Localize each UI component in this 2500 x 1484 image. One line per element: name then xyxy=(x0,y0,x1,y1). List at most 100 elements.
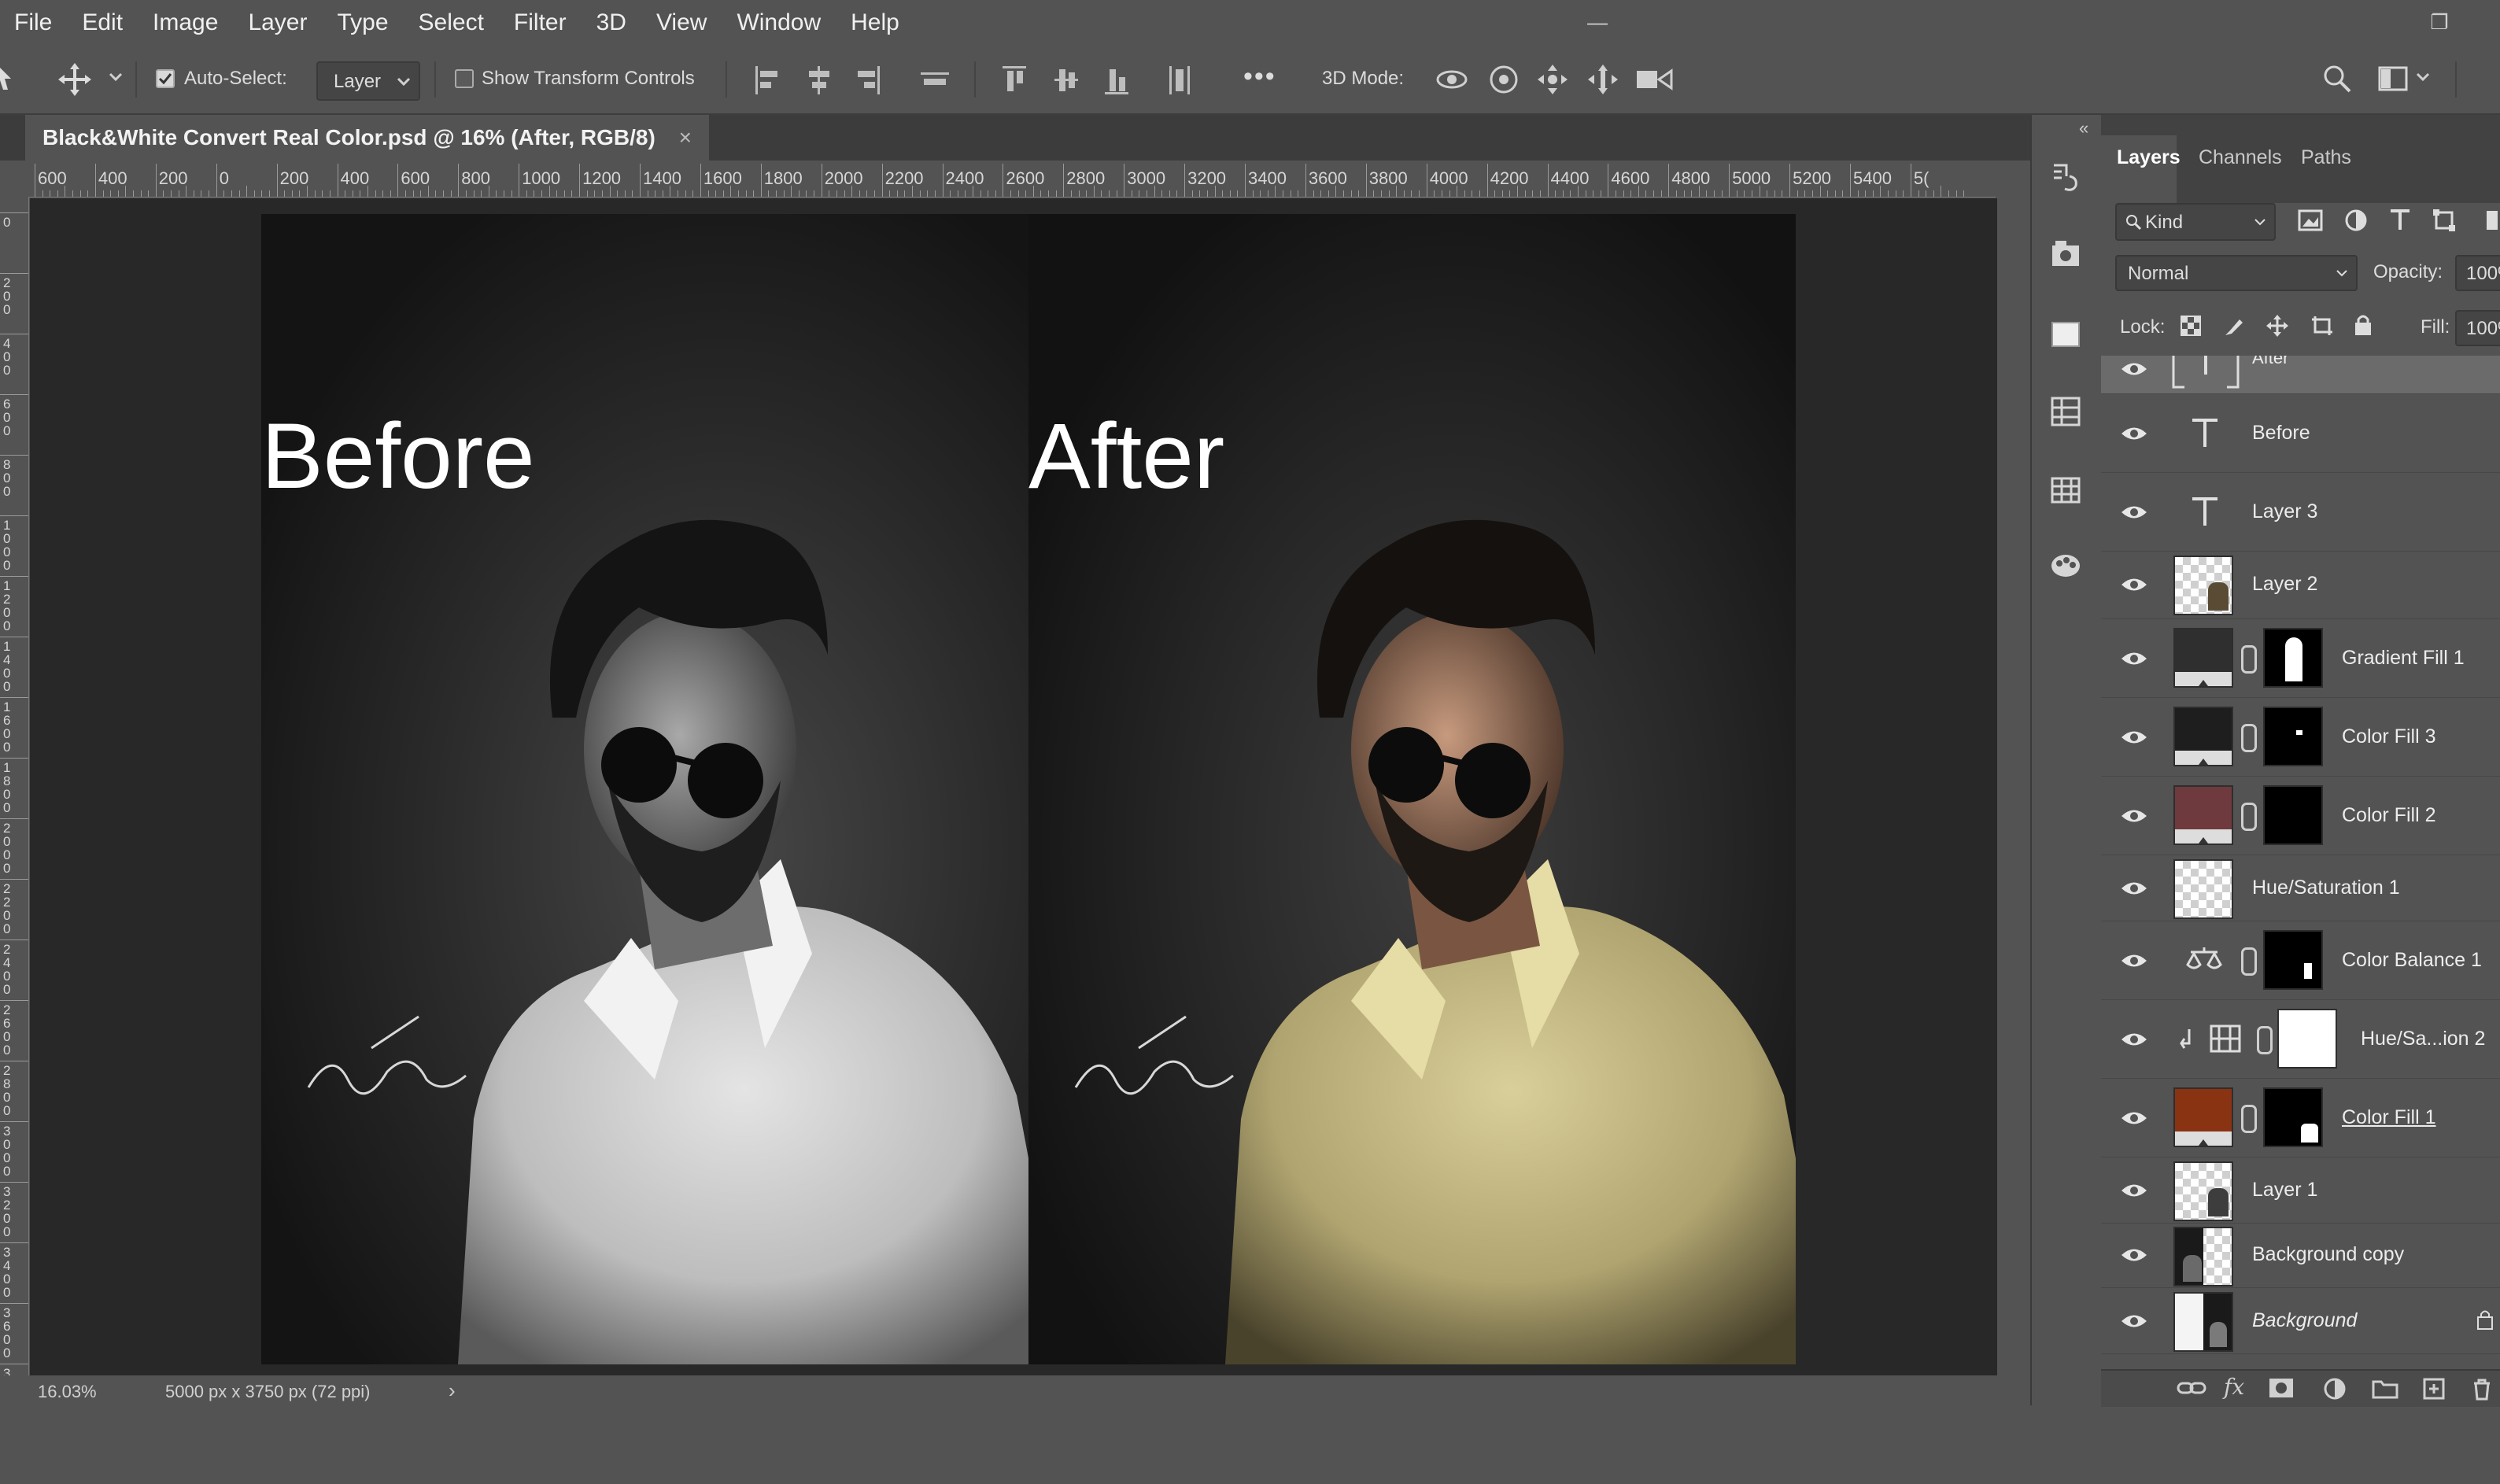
properties-icon[interactable] xyxy=(2049,395,2082,428)
tab-paths[interactable]: Paths xyxy=(2301,146,2351,169)
horizontal-ruler[interactable]: 600 400 200 0 200 400 600 800 1000 1200 1400 1600 18… xyxy=(28,164,1996,197)
layer-name[interactable]: Color Fill 2 xyxy=(2342,804,2435,827)
align-vcenter-icon[interactable] xyxy=(1053,65,1080,96)
before-text[interactable]: Before xyxy=(261,403,535,510)
document-tab[interactable]: Black&White Convert Real Color.psd @ 16%… xyxy=(25,115,709,161)
menu-layer[interactable]: Layer xyxy=(233,0,322,46)
lock-image-icon[interactable] xyxy=(2222,315,2244,337)
tab-layers[interactable]: Layers xyxy=(2117,146,2181,169)
layer-row-layer-1[interactable]: Layer 1 xyxy=(2101,1157,2500,1224)
visibility-eye-icon[interactable] xyxy=(2120,880,2148,897)
blend-mode-dropdown[interactable]: Normal xyxy=(2115,255,2358,291)
visibility-eye-icon[interactable] xyxy=(2120,1182,2148,1199)
layer-row-color-balance-1[interactable]: Color Balance 1 xyxy=(2101,921,2500,1000)
align-top-icon[interactable] xyxy=(1001,65,1028,96)
swatches-icon[interactable] xyxy=(2049,318,2082,351)
restore-icon[interactable]: ❐ xyxy=(2424,6,2455,38)
lock-artboard-icon[interactable] xyxy=(2310,315,2334,337)
status-menu-arrow[interactable]: › xyxy=(449,1379,456,1403)
layer-name[interactable]: Hue/Saturation 1 xyxy=(2252,877,2400,899)
layer-row-background[interactable]: Background xyxy=(2101,1287,2500,1354)
distribute-vertical-icon[interactable] xyxy=(1166,65,1193,96)
menu-filter[interactable]: Filter xyxy=(499,0,582,46)
visibility-eye-icon[interactable] xyxy=(2120,729,2148,746)
new-layer-icon[interactable] xyxy=(2422,1377,2446,1401)
link-icon[interactable] xyxy=(2257,1026,2273,1054)
lock-transparent-icon[interactable] xyxy=(2180,315,2202,337)
layer-name[interactable]: After xyxy=(2252,356,2288,368)
delete-layer-icon[interactable] xyxy=(2471,1377,2493,1401)
layer-row-background-copy[interactable]: Background copy xyxy=(2101,1223,2500,1288)
visibility-eye-icon[interactable] xyxy=(2120,1031,2148,1048)
tab-channels[interactable]: Channels xyxy=(2199,146,2282,169)
move-tool-icon[interactable] xyxy=(57,61,93,98)
brush-settings-icon[interactable] xyxy=(2049,549,2082,582)
new-adjustment-layer-icon[interactable] xyxy=(2323,1377,2347,1401)
smart-object-filter-icon[interactable] xyxy=(2483,208,2499,233)
menu-type[interactable]: Type xyxy=(322,0,403,46)
layer-row-hue-saturation-1[interactable]: Hue/Saturation 1 xyxy=(2101,855,2500,921)
lock-position-icon[interactable] xyxy=(2265,313,2290,338)
3d-roll-icon[interactable] xyxy=(1486,61,1522,98)
link-icon[interactable] xyxy=(2241,645,2257,674)
zoom-level[interactable]: 16.03% xyxy=(38,1382,97,1402)
chevron-down-icon[interactable] xyxy=(2416,72,2430,82)
layer-name[interactable]: Gradient Fill 1 xyxy=(2342,647,2465,670)
menu-edit[interactable]: Edit xyxy=(67,0,138,46)
layer-name[interactable]: Hue/Sa...ion 2 xyxy=(2361,1028,2485,1050)
lock-all-icon[interactable] xyxy=(2353,313,2373,337)
3d-slide-icon[interactable] xyxy=(1585,61,1621,98)
visibility-eye-icon[interactable] xyxy=(2120,650,2148,667)
link-icon[interactable] xyxy=(2241,803,2257,831)
after-text[interactable]: After xyxy=(1028,403,1224,510)
document-canvas[interactable]: Before After xyxy=(261,214,1796,1364)
layer-row-hue-saturation-2[interactable]: Hue/Sa...ion 2 xyxy=(2101,999,2500,1079)
more-options-button[interactable]: ••• xyxy=(1243,61,1276,92)
type-filter-icon[interactable] xyxy=(2387,208,2413,233)
search-icon[interactable] xyxy=(2321,63,2353,94)
visibility-eye-icon[interactable] xyxy=(2120,1246,2148,1264)
vertical-ruler[interactable]: 0 200 400 600 800 1000 1200 1400 1600 1800 2000 220… xyxy=(0,197,29,1377)
layer-name[interactable]: Layer 1 xyxy=(2252,1179,2317,1202)
align-hcenter-icon[interactable] xyxy=(806,65,833,96)
shape-filter-icon[interactable] xyxy=(2432,208,2457,233)
menu-image[interactable]: Image xyxy=(138,0,233,46)
visibility-eye-icon[interactable] xyxy=(2120,1312,2148,1330)
visibility-eye-icon[interactable] xyxy=(2120,504,2148,521)
visibility-eye-icon[interactable] xyxy=(2120,576,2148,593)
layer-name[interactable]: Background copy xyxy=(2252,1243,2404,1266)
auto-select-checkbox[interactable] xyxy=(156,69,175,88)
visibility-eye-icon[interactable] xyxy=(2120,1109,2148,1127)
link-layers-icon[interactable] xyxy=(2177,1377,2208,1399)
auto-select-target-dropdown[interactable]: Layer xyxy=(316,61,420,101)
chevron-down-icon[interactable] xyxy=(109,72,123,82)
layer-name[interactable]: Background xyxy=(2252,1309,2357,1332)
3d-camera-icon[interactable] xyxy=(1635,63,1675,96)
add-mask-icon[interactable] xyxy=(2268,1377,2295,1399)
menu-select[interactable]: Select xyxy=(404,0,499,46)
layer-row-gradient-fill-1[interactable]: Gradient Fill 1 xyxy=(2101,618,2500,698)
visibility-eye-icon[interactable] xyxy=(2120,952,2148,969)
link-icon[interactable] xyxy=(2241,1105,2257,1133)
menu-view[interactable]: View xyxy=(641,0,722,46)
layer-name[interactable]: Color Fill 3 xyxy=(2342,725,2435,748)
menu-file[interactable]: File xyxy=(0,0,67,46)
layer-name[interactable]: Color Balance 1 xyxy=(2342,949,2482,972)
menu-3d[interactable]: 3D xyxy=(582,0,641,46)
3d-pan-icon[interactable] xyxy=(1534,61,1571,98)
fill-input[interactable]: 100% xyxy=(2455,310,2500,346)
layer-name[interactable]: Layer 2 xyxy=(2252,573,2317,596)
pixel-filter-icon[interactable] xyxy=(2298,209,2323,231)
layer-row-color-fill-2[interactable]: Color Fill 2 xyxy=(2101,776,2500,855)
show-transform-checkbox[interactable] xyxy=(455,69,474,88)
distribute-horizontal-icon[interactable] xyxy=(919,65,951,96)
visibility-eye-icon[interactable] xyxy=(2120,807,2148,825)
visibility-eye-icon[interactable] xyxy=(2120,425,2148,442)
3d-orbit-icon[interactable] xyxy=(1434,63,1470,96)
ruler-origin[interactable] xyxy=(0,164,29,197)
layer-row-color-fill-3[interactable]: Color Fill 3 xyxy=(2101,697,2500,777)
layer-row-layer-2[interactable]: Layer 2 xyxy=(2101,551,2500,619)
minimize-icon[interactable]: — xyxy=(1582,6,1613,38)
align-right-icon[interactable] xyxy=(855,65,881,96)
visibility-eye-icon[interactable] xyxy=(2120,360,2148,378)
